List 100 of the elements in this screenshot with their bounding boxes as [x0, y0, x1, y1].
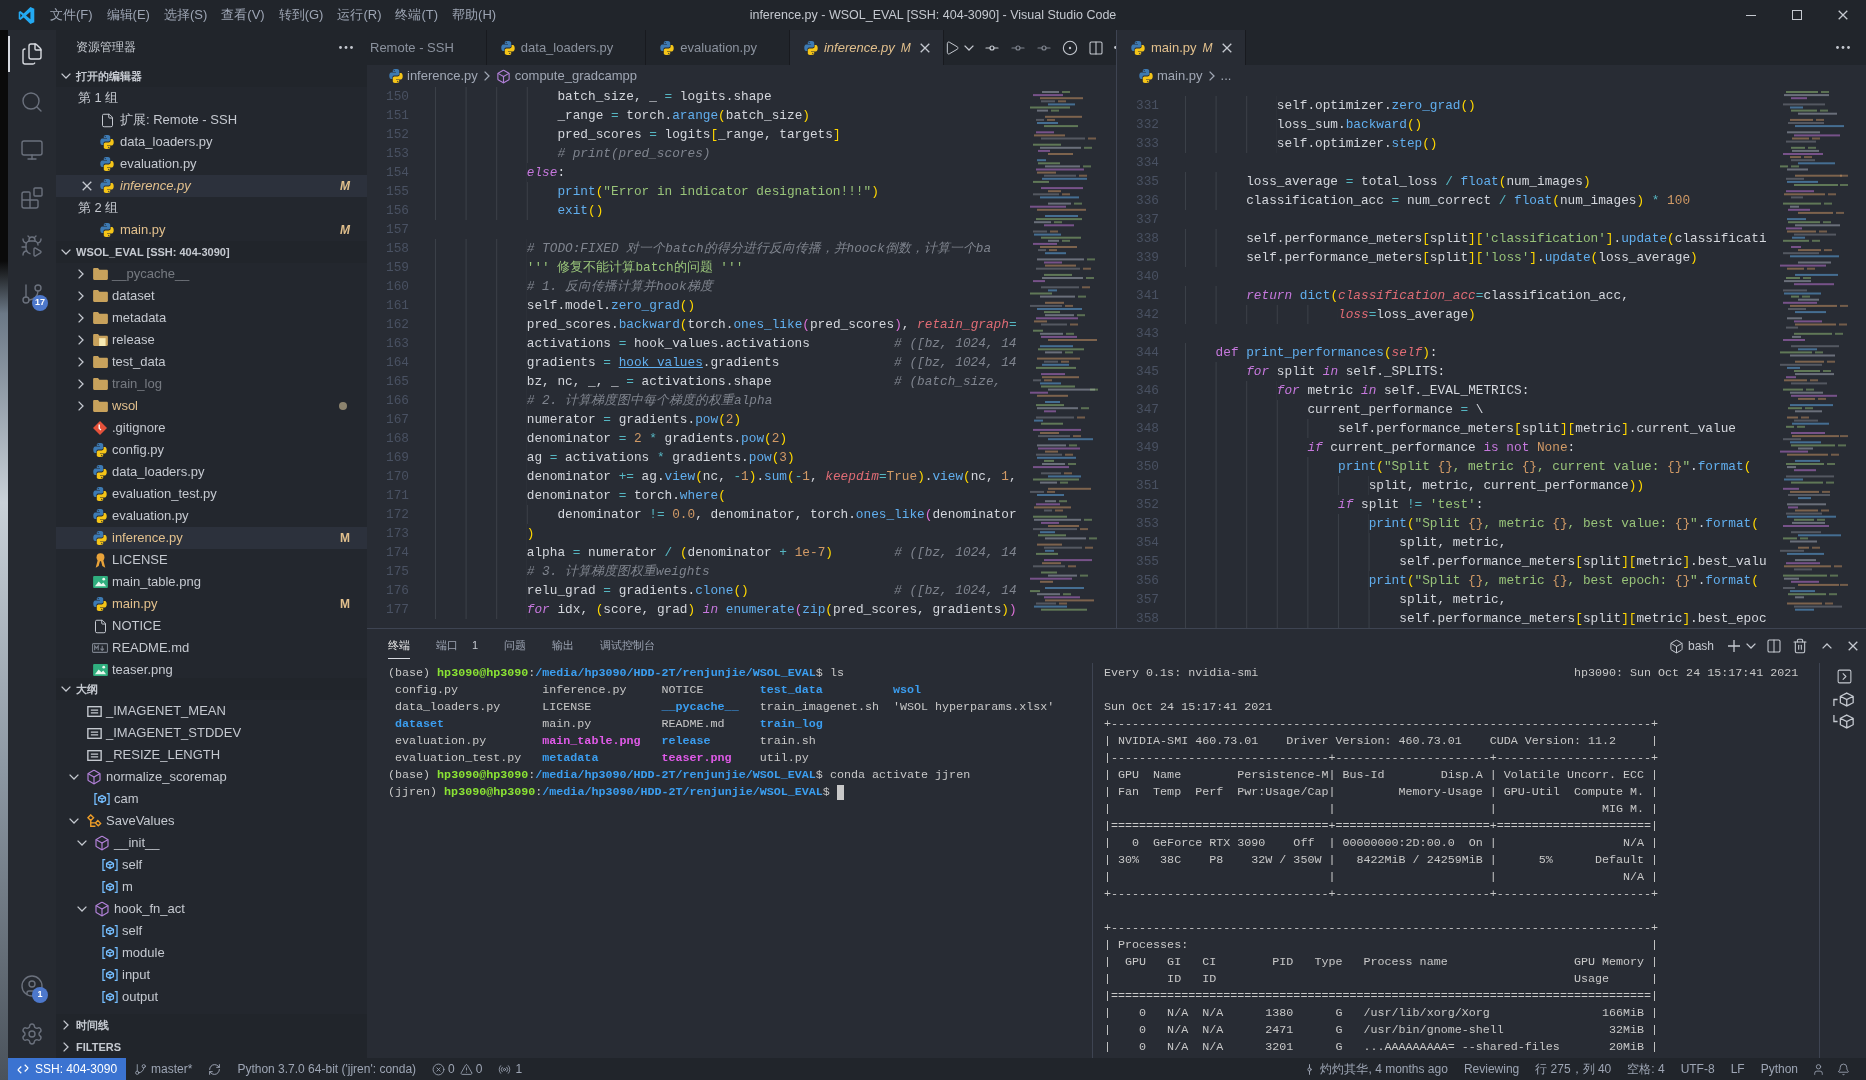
- panel-tab[interactable]: 问题: [504, 633, 527, 659]
- outline-item[interactable]: normalize_scoremap: [56, 766, 367, 788]
- menu-item[interactable]: 查看(V): [214, 5, 272, 25]
- open-editor-item[interactable]: 扩展: Remote - SSH: [56, 109, 367, 131]
- open-editor-item[interactable]: inference.py M: [56, 175, 367, 197]
- branch-icon[interactable]: [20, 282, 44, 306]
- minimize-icon[interactable]: [1746, 14, 1756, 16]
- menu-item[interactable]: 文件(F): [43, 5, 100, 25]
- menu-item[interactable]: 编辑(E): [99, 5, 157, 25]
- status-item[interactable]: master*: [126, 1060, 201, 1078]
- status-item[interactable]: LF: [1722, 1060, 1753, 1078]
- menu-item[interactable]: 运行(R): [330, 5, 389, 25]
- chevron-up-icon[interactable]: [1822, 643, 1832, 649]
- file-item[interactable]: README.md: [56, 637, 367, 659]
- status-item[interactable]: Python: [1752, 1060, 1806, 1078]
- status-item[interactable]: UTF-8: [1672, 1060, 1723, 1078]
- status-item[interactable]: 行 275，列 40: [1527, 1060, 1620, 1078]
- open-editor-item[interactable]: data_loaders.py: [56, 131, 367, 153]
- file-item[interactable]: test_data: [56, 351, 367, 373]
- blocks-icon[interactable]: [20, 186, 44, 210]
- outline-item[interactable]: _IMAGENET_MEAN: [56, 700, 367, 722]
- file-item[interactable]: inference.py M: [56, 527, 367, 549]
- more-icon[interactable]: [1836, 46, 1850, 49]
- split-editor-icon[interactable]: [1087, 39, 1104, 56]
- breadcrumb-item[interactable]: main.py: [1139, 66, 1203, 86]
- close-icon[interactable]: [1838, 10, 1848, 20]
- close-icon[interactable]: [1848, 641, 1858, 651]
- outline-item[interactable]: cam: [56, 788, 367, 810]
- file-item[interactable]: data_loaders.py: [56, 461, 367, 483]
- outline-item[interactable]: output: [56, 986, 367, 1008]
- outline-item[interactable]: m: [56, 876, 367, 898]
- close-icon[interactable]: [82, 181, 92, 191]
- code-line: denominator += ag.view(nc, -1).sum(-1, keepdim=True).view(nc, 1,: [526, 467, 1017, 486]
- panel-tab[interactable]: 输出: [552, 633, 575, 659]
- terminal-name[interactable]: bash: [1687, 637, 1714, 655]
- status-item[interactable]: 空格: 4: [1619, 1060, 1673, 1078]
- file-item[interactable]: .gitignore: [56, 417, 367, 439]
- panel-tab[interactable]: 终端: [388, 633, 410, 659]
- file-item[interactable]: dataset: [56, 285, 367, 307]
- file-item[interactable]: release: [56, 329, 367, 351]
- sync-icon[interactable]: [208, 1062, 222, 1076]
- monitor-icon[interactable]: [20, 138, 44, 162]
- outline-item[interactable]: module: [56, 942, 367, 964]
- file-item[interactable]: metadata: [56, 307, 367, 329]
- open-editor-item[interactable]: evaluation.py: [56, 153, 367, 175]
- close-icon[interactable]: [1221, 42, 1232, 53]
- file-item[interactable]: evaluation.py: [56, 505, 367, 527]
- file-item[interactable]: LICENSE: [56, 549, 367, 571]
- editor-tab[interactable]: main.py M: [1117, 30, 1246, 65]
- breadcrumb-item[interactable]: compute_gradcampp: [495, 66, 637, 86]
- close-icon[interactable]: [919, 42, 930, 53]
- file-item[interactable]: wsol: [56, 395, 367, 417]
- status-item[interactable]: Reviewing: [1455, 1060, 1528, 1078]
- status-item[interactable]: 1: [490, 1060, 531, 1078]
- status-item[interactable]: Python 3.7.0 64-bit ('jjren': conda): [229, 1060, 425, 1078]
- outline-item[interactable]: hook_fn_act: [56, 898, 367, 920]
- more-icon[interactable]: [339, 46, 353, 49]
- status-item[interactable]: 0 0: [424, 1060, 491, 1078]
- trash-icon[interactable]: [1792, 638, 1808, 654]
- split-terminal-icon[interactable]: [1766, 638, 1782, 654]
- variable-icon: [102, 881, 118, 893]
- bell-icon[interactable]: [1837, 1062, 1850, 1076]
- files-icon[interactable]: [20, 42, 44, 66]
- panel-tab[interactable]: 端口 1: [436, 633, 479, 659]
- menu-item[interactable]: 帮助(H): [445, 5, 504, 25]
- outline-item[interactable]: input: [56, 964, 367, 986]
- settings-icon[interactable]: [20, 1022, 44, 1046]
- open-editor-item[interactable]: main.py M: [56, 219, 367, 241]
- person-icon[interactable]: [1812, 1062, 1825, 1076]
- outline-item[interactable]: self: [56, 854, 367, 876]
- plus-icon[interactable]: [1728, 640, 1740, 652]
- file-item[interactable]: main_table.png: [56, 571, 367, 593]
- outline-item[interactable]: _IMAGENET_STDDEV: [56, 722, 367, 744]
- remote-indicator[interactable]: SSH: 404-3090: [8, 1058, 127, 1080]
- file-item[interactable]: main.py M: [56, 593, 367, 615]
- breadcrumb-item[interactable]: inference.py: [389, 66, 478, 86]
- outline-item[interactable]: __init__: [56, 832, 367, 854]
- breadcrumb-item[interactable]: ...: [1220, 66, 1232, 86]
- terminal-line: |=============================================================================|: [1104, 987, 1659, 1005]
- outline-item[interactable]: SaveValues: [56, 810, 367, 832]
- outline-item[interactable]: _RESIZE_LENGTH: [56, 744, 367, 766]
- circle-dot-icon[interactable]: [1061, 39, 1078, 56]
- panel-tab[interactable]: 调试控制台: [600, 633, 656, 659]
- search-icon[interactable]: [20, 90, 44, 114]
- menu-item[interactable]: 终端(T): [388, 5, 446, 25]
- account-icon[interactable]: [20, 974, 44, 998]
- outline-item[interactable]: self: [56, 920, 367, 942]
- file-item[interactable]: config.py: [56, 439, 367, 461]
- menu-item[interactable]: 选择(S): [156, 5, 215, 25]
- menu-item[interactable]: 转到(G): [271, 5, 331, 25]
- maximize-icon[interactable]: [1792, 10, 1802, 20]
- cube-icon[interactable]: [1833, 714, 1855, 729]
- terminal-icon[interactable]: [1835, 668, 1853, 685]
- file-item[interactable]: NOTICE: [56, 615, 367, 637]
- bug-play-icon[interactable]: [20, 234, 44, 258]
- file-item[interactable]: evaluation_test.py: [56, 483, 367, 505]
- editor-tab[interactable]: inference.py M: [789, 30, 944, 65]
- file-item[interactable]: teaser.png: [56, 659, 367, 678]
- cube-icon[interactable]: [1833, 692, 1855, 707]
- status-item[interactable]: 灼灼其华, 4 months ago: [1295, 1060, 1456, 1078]
